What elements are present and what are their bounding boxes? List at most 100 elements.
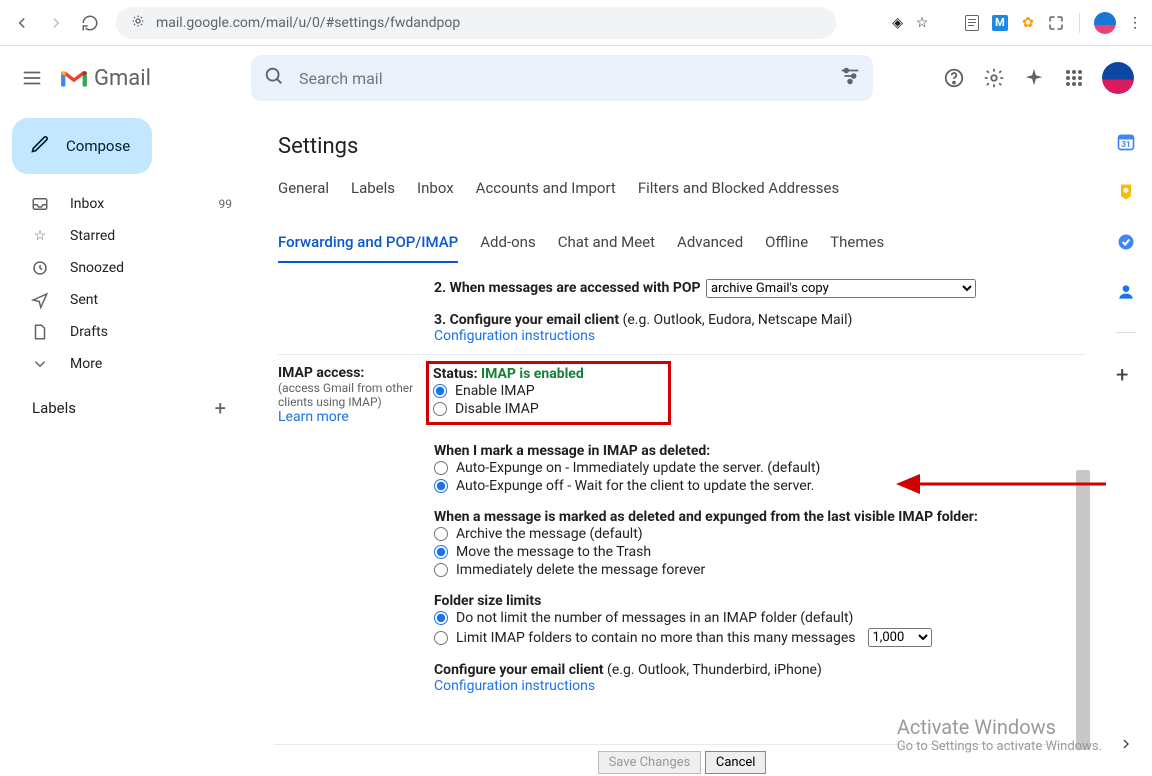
save-changes-button: Save Changes: [598, 751, 702, 774]
imap-section-sub: (access Gmail from other clients using I…: [278, 381, 430, 409]
imap-configure-heading: Configure your email client: [434, 662, 607, 678]
forward-button[interactable]: [42, 9, 70, 37]
tab-labels[interactable]: Labels: [351, 175, 395, 207]
extension-puzzle-icon[interactable]: ✿: [1019, 14, 1037, 32]
nav-sent[interactable]: Sent: [8, 284, 248, 316]
browser-toolbar: mail.google.com/mail/u/0/#settings/fwdan…: [0, 0, 1152, 46]
tab-filters[interactable]: Filters and Blocked Addresses: [638, 175, 839, 207]
nav-drafts-label: Drafts: [70, 324, 108, 340]
radio-expunge-on[interactable]: [434, 461, 448, 475]
addons-plus-icon[interactable]: +: [1116, 363, 1136, 383]
bookmark-star-icon[interactable]: ☆: [913, 14, 931, 32]
label-limit-to: Limit IMAP folders to contain no more th…: [456, 630, 856, 646]
save-bar: Save Changes Cancel: [274, 744, 1090, 776]
url-text: mail.google.com/mail/u/0/#settings/fwdan…: [156, 15, 460, 31]
reload-button[interactable]: [76, 9, 104, 37]
tab-chat[interactable]: Chat and Meet: [558, 229, 655, 263]
radio-move-trash[interactable]: [434, 545, 448, 559]
vertical-scrollbar[interactable]: [1076, 470, 1090, 750]
nav-starred-label: Starred: [70, 228, 115, 244]
tab-offline[interactable]: Offline: [765, 229, 808, 263]
nav-drafts[interactable]: Drafts: [8, 316, 248, 348]
search-container: [251, 55, 873, 101]
radio-archive[interactable]: [434, 527, 448, 541]
star-icon: ☆: [30, 226, 50, 246]
radio-expunge-off[interactable]: [434, 479, 448, 493]
settings-gear-icon[interactable]: [982, 66, 1006, 90]
nav-inbox[interactable]: Inbox 99: [8, 188, 248, 220]
site-info-icon[interactable]: [130, 13, 146, 33]
tasks-icon[interactable]: [1116, 232, 1136, 252]
add-label-button[interactable]: +: [215, 396, 226, 420]
address-bar[interactable]: mail.google.com/mail/u/0/#settings/fwdan…: [116, 7, 836, 39]
search-options-icon[interactable]: [839, 65, 861, 91]
imap-expunged-heading: When a message is marked as deleted and …: [434, 509, 978, 525]
account-avatar[interactable]: [1102, 62, 1134, 94]
imap-status-value: IMAP is enabled: [481, 366, 584, 382]
tab-advanced[interactable]: Advanced: [677, 229, 743, 263]
side-panel: 31 +: [1100, 110, 1152, 776]
nav-starred[interactable]: ☆ Starred: [8, 220, 248, 252]
search-icon[interactable]: [263, 65, 285, 91]
pencil-icon: [30, 134, 50, 158]
page-title: Settings: [274, 118, 1090, 175]
imap-learn-more-link[interactable]: Learn more: [278, 409, 349, 425]
labels-header: Labels: [32, 399, 76, 417]
extension-m-icon[interactable]: M: [991, 14, 1009, 32]
chrome-profile-avatar[interactable]: [1094, 12, 1116, 34]
tab-accounts[interactable]: Accounts and Import: [476, 175, 616, 207]
label-delete-forever: Immediately delete the message forever: [456, 562, 705, 578]
tab-themes[interactable]: Themes: [830, 229, 884, 263]
inbox-icon: [30, 194, 50, 214]
radio-disable-imap[interactable]: [433, 402, 447, 416]
radio-limit-to[interactable]: [434, 631, 448, 645]
tab-general[interactable]: General: [278, 175, 329, 207]
chrome-menu-icon[interactable]: ⋮: [1126, 14, 1144, 32]
main-menu-button[interactable]: [12, 58, 52, 98]
tab-forwarding[interactable]: Forwarding and POP/IMAP: [278, 229, 458, 263]
tab-inbox[interactable]: Inbox: [417, 175, 454, 207]
nav-snoozed[interactable]: Snoozed: [8, 252, 248, 284]
back-button[interactable]: [8, 9, 36, 37]
side-panel-toggle-icon[interactable]: [1118, 736, 1134, 756]
chevron-down-icon: [30, 354, 50, 374]
annotation-arrow: [896, 464, 1116, 508]
label-archive: Archive the message (default): [456, 526, 643, 542]
folder-limit-select[interactable]: 1,000: [868, 628, 932, 647]
imap-section: IMAP access: (access Gmail from other cl…: [278, 354, 1086, 704]
tab-addons[interactable]: Add-ons: [480, 229, 535, 263]
cancel-button[interactable]: Cancel: [705, 751, 767, 774]
extensions-menu-icon[interactable]: [1047, 14, 1065, 32]
keep-icon[interactable]: [1116, 182, 1136, 202]
status-highlight-box: Status: IMAP is enabled Enable IMAP Disa…: [426, 361, 671, 425]
imap-section-label: IMAP access:: [278, 365, 430, 381]
nav-sent-label: Sent: [70, 292, 98, 308]
google-apps-icon[interactable]: [1062, 66, 1086, 90]
imap-status-prefix: Status:: [433, 366, 481, 382]
compose-label: Compose: [66, 137, 130, 155]
calendar-icon[interactable]: 31: [1116, 132, 1136, 152]
pop-action-select[interactable]: archive Gmail's copy: [706, 279, 976, 298]
extension-readlist-icon[interactable]: [963, 14, 981, 32]
imap-config-link[interactable]: Configuration instructions: [434, 678, 595, 694]
pop-step3-label: 3. Configure your email client: [434, 312, 623, 328]
gmail-logo[interactable]: Gmail: [60, 66, 151, 91]
main-area: Settings General Labels Inbox Accounts a…: [256, 110, 1100, 776]
label-move-trash: Move the message to the Trash: [456, 544, 651, 560]
extension-icon[interactable]: ◈: [885, 14, 903, 32]
imap-configure-hint: (e.g. Outlook, Thunderbird, iPhone): [607, 662, 822, 678]
pop-config-link[interactable]: Configuration instructions: [434, 328, 595, 344]
label-enable-imap: Enable IMAP: [455, 383, 535, 399]
contacts-icon[interactable]: [1116, 282, 1136, 302]
label-expunge-off: Auto-Expunge off - Wait for the client t…: [456, 478, 814, 494]
compose-button[interactable]: Compose: [12, 118, 152, 174]
radio-delete-forever[interactable]: [434, 563, 448, 577]
gemini-sparkle-icon[interactable]: [1022, 66, 1046, 90]
file-icon: [30, 322, 50, 342]
support-icon[interactable]: [942, 66, 966, 90]
search-input[interactable]: [299, 69, 825, 88]
radio-enable-imap[interactable]: [433, 384, 447, 398]
radio-no-limit[interactable]: [434, 611, 448, 625]
nav-more[interactable]: More: [8, 348, 248, 380]
send-icon: [30, 290, 50, 310]
